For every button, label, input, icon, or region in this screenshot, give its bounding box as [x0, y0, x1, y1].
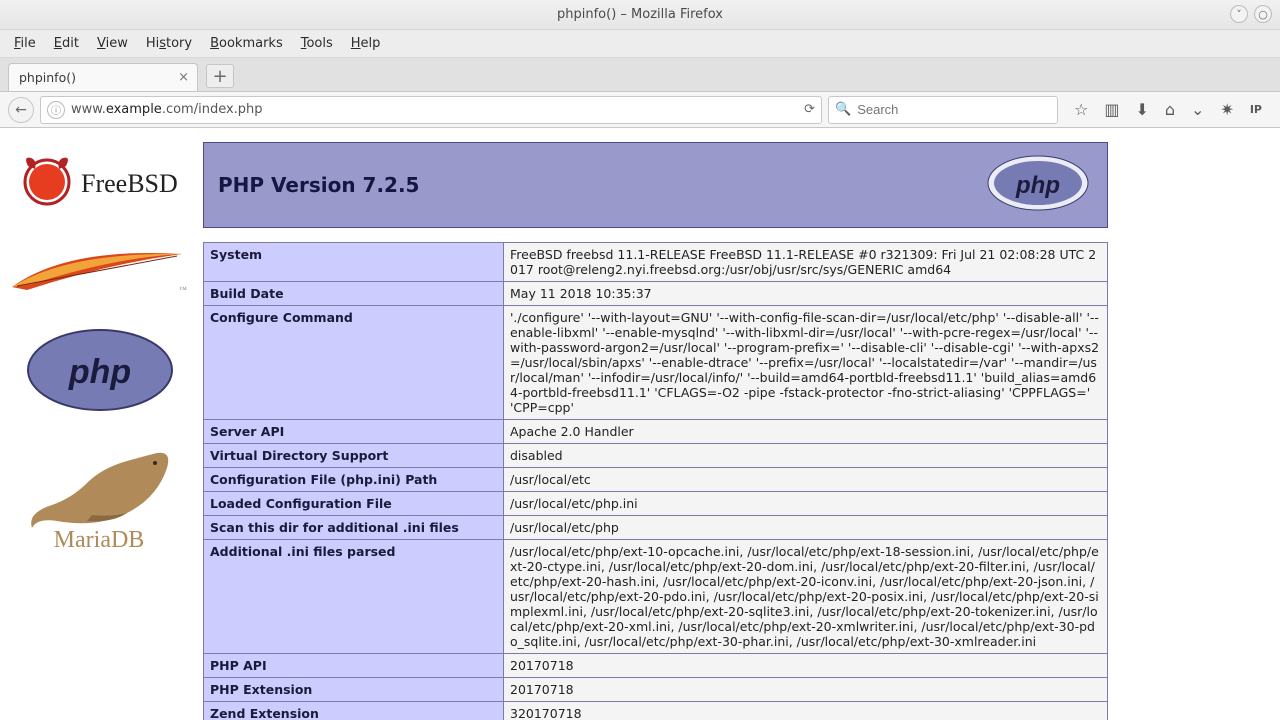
phpinfo-table: SystemFreeBSD freebsd 11.1-RELEASE FreeB…	[203, 242, 1108, 720]
svg-text:™: ™	[179, 285, 187, 294]
info-key: Configuration File (php.ini) Path	[204, 468, 504, 492]
window-maximize-button[interactable]: ○	[1254, 5, 1272, 23]
back-button[interactable]: ←	[8, 97, 34, 123]
ip-icon[interactable]: IP	[1250, 103, 1262, 116]
window-title: phpinfo() – Mozilla Firefox	[557, 7, 723, 22]
info-value: /usr/local/etc	[504, 468, 1108, 492]
apache-logo: ™	[7, 242, 192, 297]
svg-text:FreeBSD: FreeBSD	[81, 169, 178, 198]
info-key: PHP API	[204, 654, 504, 678]
menu-file[interactable]: File	[14, 36, 36, 51]
info-value: /usr/local/etc/php.ini	[504, 492, 1108, 516]
info-value: May 11 2018 10:35:37	[504, 282, 1108, 306]
table-row: Zend Extension320170718	[204, 702, 1108, 720]
new-tab-button[interactable]: +	[206, 64, 234, 88]
table-row: Configuration File (php.ini) Path/usr/lo…	[204, 468, 1108, 492]
menu-help[interactable]: Help	[351, 36, 381, 51]
info-value: Apache 2.0 Handler	[504, 420, 1108, 444]
phpinfo-header: PHP Version 7.2.5 php	[203, 142, 1108, 228]
info-value: disabled	[504, 444, 1108, 468]
toolbar-icons: ☆ ▥ ⬇ ⌂ ⌄ ✷ IP	[1064, 100, 1272, 119]
table-row: Build DateMay 11 2018 10:35:37	[204, 282, 1108, 306]
mariadb-logo: MariaDB	[17, 443, 182, 553]
url-text: www.example.com/index.php	[71, 102, 804, 117]
info-key: Virtual Directory Support	[204, 444, 504, 468]
svg-text:php: php	[67, 353, 130, 391]
window-minimize-button[interactable]: ˅	[1230, 5, 1248, 23]
search-icon: 🔍	[835, 102, 851, 117]
table-row: Scan this dir for additional .ini files/…	[204, 516, 1108, 540]
mariadb-text: MariaDB	[54, 527, 145, 553]
info-value: FreeBSD freebsd 11.1-RELEASE FreeBSD 11.…	[504, 243, 1108, 282]
downloads-icon[interactable]: ⬇	[1135, 100, 1148, 119]
info-key: Additional .ini files parsed	[204, 540, 504, 654]
table-row: Server APIApache 2.0 Handler	[204, 420, 1108, 444]
search-input[interactable]	[857, 102, 1051, 117]
addon-icon[interactable]: ✷	[1220, 100, 1233, 119]
menu-tools[interactable]: Tools	[301, 36, 333, 51]
table-row: Additional .ini files parsed/usr/local/e…	[204, 540, 1108, 654]
info-key: Configure Command	[204, 306, 504, 420]
tabbar: phpinfo() × +	[0, 58, 1280, 92]
info-key: PHP Extension	[204, 678, 504, 702]
info-value: 20170718	[504, 678, 1108, 702]
table-row: PHP API20170718	[204, 654, 1108, 678]
table-row: PHP Extension20170718	[204, 678, 1108, 702]
reload-icon[interactable]: ⟳	[804, 102, 815, 117]
window-titlebar: phpinfo() – Mozilla Firefox ˅ ○	[0, 0, 1280, 30]
table-row: Configure Command'./configure' '--with-l…	[204, 306, 1108, 420]
home-icon[interactable]: ⌂	[1165, 100, 1175, 119]
info-key: Build Date	[204, 282, 504, 306]
tab-close-icon[interactable]: ×	[178, 70, 189, 85]
table-row: Virtual Directory Supportdisabled	[204, 444, 1108, 468]
php-version-heading: PHP Version 7.2.5	[218, 173, 419, 197]
info-value: /usr/local/etc/php/ext-10-opcache.ini, /…	[504, 540, 1108, 654]
menu-view[interactable]: View	[97, 36, 128, 51]
sidebar-logos: FreeBSD ™ php	[0, 128, 195, 553]
menu-edit[interactable]: Edit	[54, 36, 79, 51]
tab-active[interactable]: phpinfo() ×	[8, 63, 198, 91]
table-row: Loaded Configuration File/usr/local/etc/…	[204, 492, 1108, 516]
nav-toolbar: ← ⓘ www.example.com/index.php ⟳ 🔍 ☆ ▥ ⬇ …	[0, 92, 1280, 128]
info-key: Zend Extension	[204, 702, 504, 720]
search-bar[interactable]: 🔍	[828, 96, 1058, 124]
bookmark-star-icon[interactable]: ☆	[1074, 100, 1088, 119]
svg-text:php: php	[1015, 172, 1060, 199]
arrow-left-icon: ←	[15, 102, 27, 118]
url-bar[interactable]: ⓘ www.example.com/index.php ⟳	[40, 96, 822, 124]
info-value: /usr/local/etc/php	[504, 516, 1108, 540]
info-value: './configure' '--with-layout=GNU' '--wit…	[504, 306, 1108, 420]
info-key: System	[204, 243, 504, 282]
phpinfo-main: PHP Version 7.2.5 php SystemFreeBSD free…	[195, 128, 1280, 720]
menubar: File Edit View History Bookmarks Tools H…	[0, 30, 1280, 58]
info-key: Server API	[204, 420, 504, 444]
info-value: 20170718	[504, 654, 1108, 678]
php-logo: php	[20, 325, 180, 415]
info-value: 320170718	[504, 702, 1108, 720]
pocket-icon[interactable]: ⌄	[1191, 100, 1204, 119]
library-icon[interactable]: ▥	[1104, 100, 1119, 119]
info-key: Scan this dir for additional .ini files	[204, 516, 504, 540]
info-key: Loaded Configuration File	[204, 492, 504, 516]
table-row: SystemFreeBSD freebsd 11.1-RELEASE FreeB…	[204, 243, 1108, 282]
info-icon[interactable]: ⓘ	[47, 101, 65, 119]
tab-title: phpinfo()	[19, 70, 76, 85]
page-content: FreeBSD ™ php	[0, 128, 1280, 720]
menu-bookmarks[interactable]: Bookmarks	[210, 36, 283, 51]
php-header-logo: php	[983, 153, 1093, 217]
menu-history[interactable]: History	[146, 36, 192, 51]
freebsd-logo: FreeBSD	[15, 144, 185, 214]
